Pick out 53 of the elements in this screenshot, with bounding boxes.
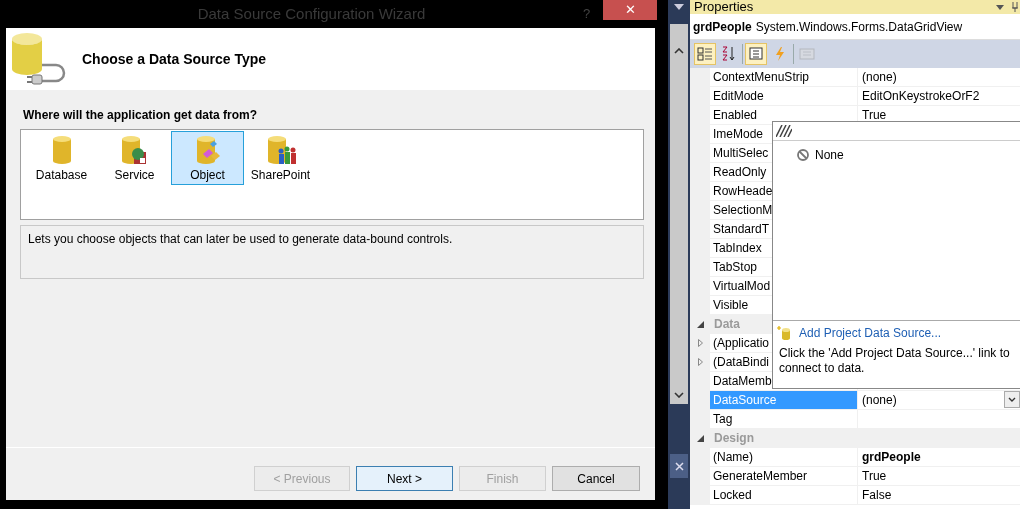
property-pages-icon — [799, 46, 815, 62]
panel-title: Properties — [694, 0, 754, 14]
property-name[interactable]: (Name) — [710, 448, 858, 466]
property-value: True — [862, 468, 887, 485]
no-entry-icon — [797, 149, 809, 161]
chevron-up-icon[interactable] — [674, 48, 684, 54]
property-name[interactable]: EditMode — [710, 87, 858, 105]
chevron-down-icon[interactable] — [674, 392, 684, 398]
dropdown-icon[interactable] — [996, 4, 1004, 10]
property-value: grdPeople — [862, 449, 921, 466]
properties-icon — [748, 46, 764, 62]
source-option[interactable]: Database — [25, 131, 98, 185]
toolbar-button[interactable] — [745, 43, 767, 65]
prompt-label: Where will the application get data from? — [23, 107, 259, 124]
close-icon[interactable] — [674, 461, 684, 471]
expand-icon[interactable] — [697, 339, 703, 347]
collapse-icon[interactable] — [696, 320, 704, 328]
scrollbar[interactable] — [670, 24, 688, 404]
dropdown-icon[interactable] — [674, 4, 684, 10]
close-tab-button[interactable] — [670, 454, 688, 478]
pin-icon[interactable] — [1012, 2, 1018, 12]
chevron-down-icon — [1008, 397, 1016, 402]
toolbar-button[interactable] — [694, 43, 716, 65]
description-text: Lets you choose objects that can later be used to generate data-bound controls. — [28, 232, 453, 246]
property-value: EditOnKeystrokeOrF2 — [862, 88, 980, 105]
property-name[interactable]: ContextMenuStrip — [710, 68, 858, 86]
property-name[interactable]: Tag — [710, 410, 858, 428]
wizard-button[interactable]: Next > — [356, 466, 453, 491]
add-data-source-link[interactable]: Add Project Data Source... — [799, 324, 942, 342]
property-value: (none) — [862, 392, 897, 409]
category-label: Design — [713, 430, 754, 447]
window-title: Data Source Configuration Wizard — [196, 3, 427, 24]
property-value: False — [862, 487, 892, 504]
property-value: True — [862, 107, 887, 124]
database-add-icon — [777, 326, 791, 340]
close-button[interactable]: ✕ — [603, 0, 657, 20]
property-name[interactable]: GenerateMember — [710, 467, 858, 485]
hatch-icon — [776, 125, 792, 137]
none-option[interactable]: None — [773, 141, 1020, 164]
source-option[interactable]: Object — [171, 131, 244, 185]
page-heading: Choose a Data Source Type — [82, 49, 267, 69]
source-option[interactable]: Service — [98, 131, 171, 185]
category-label: Data — [713, 316, 740, 333]
categorized-icon — [697, 46, 713, 62]
database-plug-icon — [10, 31, 68, 87]
help-text: Click the 'Add Project Data Source...' link to connect to data. — [778, 345, 1011, 377]
property-name[interactable]: Locked — [710, 486, 858, 504]
expand-icon[interactable] — [697, 358, 703, 366]
dropdown-button[interactable] — [1004, 391, 1020, 408]
source-option[interactable]: SharePoint — [244, 131, 317, 185]
wizard-button[interactable]: Cancel — [552, 466, 640, 491]
property-value: (none) — [862, 69, 897, 86]
collapse-icon[interactable] — [696, 434, 704, 442]
